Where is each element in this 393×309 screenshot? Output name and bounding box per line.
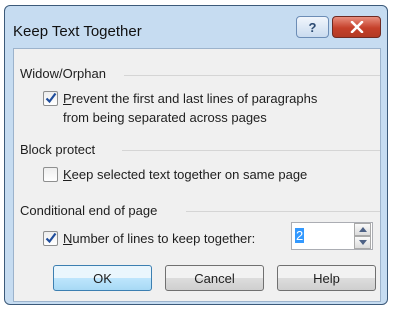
spinner-down-button[interactable] [354,236,371,249]
close-button[interactable] [332,16,381,38]
number-of-lines-checkbox[interactable] [43,231,58,246]
keep-selected-together-label[interactable]: Keep selected text together on same page [63,165,307,184]
checkmark-icon [45,92,57,104]
group-divider [186,211,380,212]
cancel-button[interactable]: Cancel [165,265,264,291]
arrow-down-icon [359,240,367,245]
cancel-button-label: Cancel [194,270,235,286]
label-text: umber of lines to keep together: [72,231,256,246]
help-button-label: Help [313,270,340,286]
mnemonic-letter: P [63,91,72,106]
mnemonic-letter: N [63,231,73,246]
arrow-up-icon [359,227,367,232]
label-text: eep selected text together on same page [71,167,308,182]
prevent-separation-checkbox[interactable] [43,91,58,106]
ok-button[interactable]: OK [53,265,152,291]
mnemonic-letter: K [63,167,72,182]
spinner-value: 2 [295,228,305,243]
window-title: Keep Text Together [13,23,142,40]
close-icon [350,21,363,33]
help-title-button[interactable]: ? [296,16,329,38]
title-bar[interactable]: Keep Text Together ? [5,6,387,48]
ok-button-label: OK [93,270,112,286]
label-text: revent the first and last lines of parag… [71,91,318,106]
question-icon: ? [308,19,317,35]
group-divider [124,75,380,76]
checkmark-icon [45,232,57,244]
group-label-block-protect: Block protect [20,142,102,157]
number-of-lines-label[interactable]: Number of lines to keep together: [63,229,255,248]
prevent-separation-label[interactable]: Prevent the first and last lines of para… [63,89,317,127]
group-label-conditional-end: Conditional end of page [20,203,164,218]
label-text-line2: from being separated across pages [63,110,267,125]
group-divider [122,150,380,151]
spinner-up-button[interactable] [354,223,371,236]
keep-selected-together-checkbox[interactable] [43,167,58,182]
help-button[interactable]: Help [277,265,376,291]
group-label-widow-orphan: Widow/Orphan [20,66,112,81]
